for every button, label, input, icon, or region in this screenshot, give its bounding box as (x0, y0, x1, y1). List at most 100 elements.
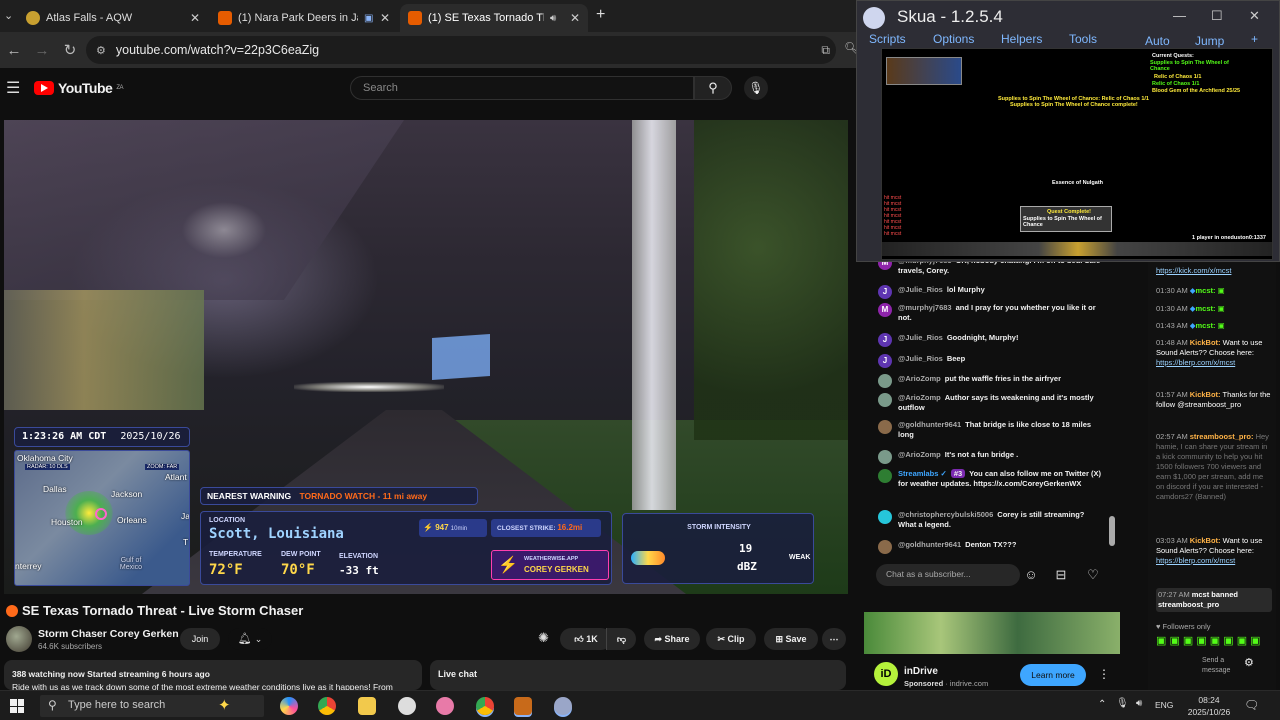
tab-nara-park[interactable]: (1) Nara Park Deers in Japan ▣ ✕ (210, 4, 398, 32)
description-box[interactable]: 388 watching now Started streaming 6 hou… (4, 660, 422, 690)
live-chat-header[interactable]: Live chat (430, 660, 846, 690)
chat-author[interactable]: @christopherc⁠ybulski5006 (898, 510, 993, 519)
chat-author[interactable]: @ArioZomp (898, 374, 941, 383)
settings-icon[interactable]: ⚙ (1244, 656, 1254, 669)
menu-tools[interactable]: Tools (1069, 32, 1097, 46)
channel-name[interactable]: Storm Chaser Corey Gerken (38, 628, 179, 640)
minimize-icon[interactable]: — (1173, 8, 1186, 23)
aqw-app-icon[interactable] (514, 697, 532, 715)
kick-user[interactable]: KickBot: (1190, 390, 1221, 399)
ad-menu-icon[interactable]: ⋮ (1098, 667, 1110, 681)
learn-more-button[interactable]: Learn more (1020, 664, 1086, 686)
kick-message: 01:30 AM ◆mcst: ▣ (1156, 286, 1272, 296)
video-player[interactable]: 1:23:26 AM CDT 2025/10/26 Oklahoma City … (4, 120, 848, 594)
game-viewport[interactable]: Current Quests: Supplies to Spin The Whe… (881, 48, 1273, 260)
ad-name[interactable]: inDrive (904, 666, 938, 677)
chat-author[interactable]: @goldhunter9641 (898, 420, 961, 429)
chat-author[interactable]: @murphyj7683 (898, 303, 952, 312)
site-info-icon[interactable]: ⚙ (96, 44, 106, 57)
kick-user[interactable]: KickBot: (1190, 338, 1221, 347)
search-input[interactable]: Search (350, 76, 694, 100)
windows-start-icon[interactable] (10, 699, 24, 713)
new-tab-button[interactable]: + (596, 6, 605, 24)
chat-author[interactable]: @ArioZomp (898, 450, 941, 459)
close-tab-icon[interactable]: ✕ (190, 11, 200, 25)
file-explorer-app-icon[interactable] (358, 697, 376, 715)
hamburger-menu-icon[interactable]: ☰ (6, 78, 20, 98)
microphone-tray-icon[interactable]: 🎙︎ (1116, 698, 1129, 709)
voice-search-button[interactable]: 🎙︎ (744, 76, 768, 100)
clip-button[interactable]: ✂ Clip (706, 628, 756, 650)
more-actions-button[interactable]: ⋯ (822, 628, 846, 650)
ad-banner-image[interactable] (864, 612, 1120, 654)
speaker-icon[interactable]: 🔊︎ (550, 13, 556, 24)
youtube-logo[interactable]: YouTube ZA (34, 80, 123, 96)
game-action-bar[interactable] (882, 242, 1272, 256)
share-button[interactable]: ➦ Share (644, 628, 700, 650)
kick-send-input[interactable]: Send a message (1202, 656, 1242, 676)
back-arrow-icon[interactable]: ← (0, 42, 28, 59)
kick-user[interactable]: mcst: (1195, 304, 1215, 313)
tab-se-texas-tornado[interactable]: (1) SE Texas Tornado Thr 🔊︎ ✕ (400, 4, 588, 32)
chrome-app-icon[interactable] (318, 697, 336, 715)
like-button[interactable]: 👍︎ 1K (560, 628, 612, 650)
maximize-icon[interactable]: ☐ (1211, 8, 1223, 24)
close-window-icon[interactable]: ✕ (1249, 8, 1260, 24)
kick-text: Hey hamie, I can share your stream in a … (1156, 432, 1269, 501)
taskbar-clock[interactable]: 08:24 2025/10/26 (1186, 694, 1232, 718)
forward-arrow-icon[interactable]: → (28, 42, 56, 59)
join-button[interactable]: Join (180, 628, 220, 650)
reload-icon[interactable]: ↻ (56, 41, 84, 59)
menu-options[interactable]: Options (933, 32, 974, 46)
chat-author[interactable]: @Julie_Rios (898, 285, 943, 294)
kick-user[interactable]: mcst: (1195, 286, 1215, 295)
dislike-button[interactable]: 👎︎ (606, 628, 636, 650)
super-sticker-icon[interactable]: ⊟ (1052, 566, 1070, 584)
kick-link[interactable]: https://blerp.com/x/mcst (1156, 358, 1235, 367)
chat-author[interactable]: @goldhunter9641 (898, 540, 961, 549)
speaker-tray-icon[interactable]: 🔊︎ (1136, 698, 1142, 709)
menu-add[interactable]: + (1251, 32, 1258, 46)
kick-user[interactable]: streamboost_pro: (1190, 432, 1254, 441)
emoji-icon[interactable]: ☺ (1022, 566, 1040, 584)
close-tab-icon[interactable]: ✕ (380, 11, 390, 25)
kick-user[interactable]: mcst: (1195, 321, 1215, 330)
chat-message: J @Julie_Rios Goodnight, Murphy! (864, 333, 1104, 347)
notifications-button[interactable]: 🔔︎ ⌄ (228, 628, 272, 650)
channel-avatar[interactable] (6, 626, 32, 652)
chat-input[interactable]: Chat as a subscriber... (876, 564, 1020, 586)
chrome-profile-app-icon[interactable] (476, 697, 494, 715)
chat-message: @goldhunter9641 That bridge is like close… (864, 420, 1104, 440)
close-tab-icon[interactable]: ✕ (570, 11, 580, 25)
cast-icon[interactable]: ⧉ (821, 43, 830, 58)
chat-author[interactable]: @Julie_Rios (898, 333, 943, 342)
keyboard-language[interactable]: ENG (1155, 700, 1173, 710)
kick-user[interactable]: KickBot: (1190, 536, 1221, 545)
notifications-icon[interactable]: 🗨︎ (1244, 698, 1259, 712)
emote-bar[interactable]: ▣ ▣ ▣ ▣ ▣ ▣ ▣ ▣ (1156, 636, 1272, 647)
skua-app-icon[interactable] (554, 697, 572, 715)
app-icon[interactable] (436, 697, 454, 715)
copilot-app-icon[interactable] (280, 697, 298, 715)
kick-link[interactable]: https://blerp.com/x/mcst (1156, 556, 1235, 565)
overlay-radar-map: Oklahoma City RADAR: 10 DLS ZOOM: FAR Da… (14, 450, 190, 586)
chat-scrollbar[interactable] (1109, 516, 1115, 546)
brand-badge[interactable]: ⚡ WEATHERWISE.APP COREY GERKEN (491, 550, 609, 580)
heart-icon[interactable]: ♡ (1084, 566, 1102, 584)
menu-helpers[interactable]: Helpers (1001, 32, 1042, 46)
search-button[interactable]: ⚲ (694, 76, 732, 100)
save-button[interactable]: ⊞ Save (764, 628, 818, 650)
super-chat-icon[interactable]: ✺ (538, 630, 549, 646)
menu-jump[interactable]: Jump (1195, 34, 1224, 48)
chat-author[interactable]: @ArioZomp (898, 393, 941, 402)
chat-author[interactable]: @Julie_Rios (898, 354, 943, 363)
tab-list-chevron-icon[interactable]: ⌄ (4, 9, 13, 22)
kick-link[interactable]: https://kick.com/x/mcst (1156, 266, 1231, 275)
tab-atlas-falls[interactable]: Atlas Falls - AQW ✕ (18, 4, 208, 32)
github-app-icon[interactable] (398, 697, 416, 715)
menu-auto[interactable]: Auto (1145, 34, 1170, 48)
menu-scripts[interactable]: Scripts (869, 32, 906, 46)
chat-author[interactable]: Streamlabs ✓ (898, 469, 947, 478)
address-bar[interactable]: ⚙ youtube.com/watch?v=22p3C6eaZig ⧉ (86, 36, 836, 64)
tray-chevron-up-icon[interactable]: ⌃ (1098, 699, 1106, 710)
